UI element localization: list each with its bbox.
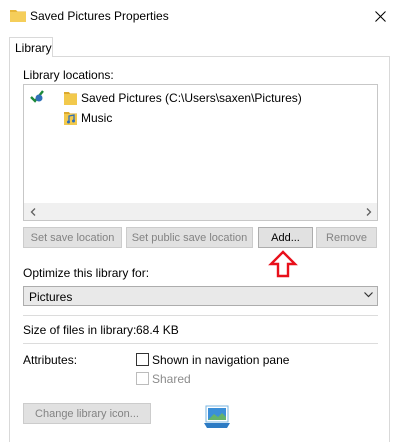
size-value: 68.4 KB: [136, 323, 179, 337]
chevron-left-icon: [30, 208, 35, 216]
close-button[interactable]: [360, 0, 400, 32]
title-bar: Saved Pictures Properties: [0, 0, 400, 32]
chevron-right-icon: [366, 208, 371, 216]
library-icon-preview: [204, 405, 230, 428]
list-item[interactable]: Music: [64, 109, 112, 127]
size-label: Size of files in library:: [23, 323, 137, 337]
divider: [23, 315, 378, 316]
library-locations-label: Library locations:: [23, 68, 114, 82]
horizontal-scrollbar[interactable]: [24, 203, 377, 220]
list-item-label: Saved Pictures (C:\Users\saxen\Pictures): [81, 91, 302, 105]
optimize-selected-value: Pictures: [29, 290, 73, 304]
set-save-location-button[interactable]: Set save location: [23, 227, 122, 248]
optimize-label: Optimize this library for:: [23, 266, 150, 280]
scroll-right-button[interactable]: [360, 204, 377, 220]
list-item-label: Music: [81, 111, 113, 125]
attributes-label: Attributes:: [23, 353, 78, 367]
change-library-icon-button[interactable]: Change library icon...: [23, 403, 151, 424]
scroll-left-button[interactable]: [24, 204, 41, 220]
chevron-down-icon: [364, 292, 373, 298]
music-folder-icon: [64, 112, 77, 125]
close-icon: [374, 10, 386, 22]
annotation-arrow-icon: [268, 250, 298, 278]
optimize-dropdown[interactable]: Pictures: [23, 286, 378, 306]
shared-checkbox[interactable]: [136, 372, 149, 385]
default-save-location-icon: [30, 90, 44, 103]
set-public-save-location-button[interactable]: Set public save location: [126, 227, 253, 248]
folder-icon: [64, 92, 77, 105]
shared-label: Shared: [152, 372, 191, 386]
add-location-button[interactable]: Add...: [258, 227, 313, 248]
library-folder-icon: [10, 10, 26, 22]
window-title: Saved Pictures Properties: [30, 9, 169, 23]
list-item[interactable]: Saved Pictures (C:\Users\saxen\Pictures): [64, 89, 302, 107]
shown-in-nav-checkbox[interactable]: [136, 353, 149, 366]
tab-library-label: Library: [15, 41, 52, 55]
shown-in-nav-label: Shown in navigation pane: [152, 353, 290, 367]
library-locations-list[interactable]: Saved Pictures (C:\Users\saxen\Pictures)…: [23, 84, 378, 221]
divider: [23, 343, 378, 344]
tab-library[interactable]: Library: [9, 37, 53, 57]
remove-location-button[interactable]: Remove: [316, 227, 377, 248]
